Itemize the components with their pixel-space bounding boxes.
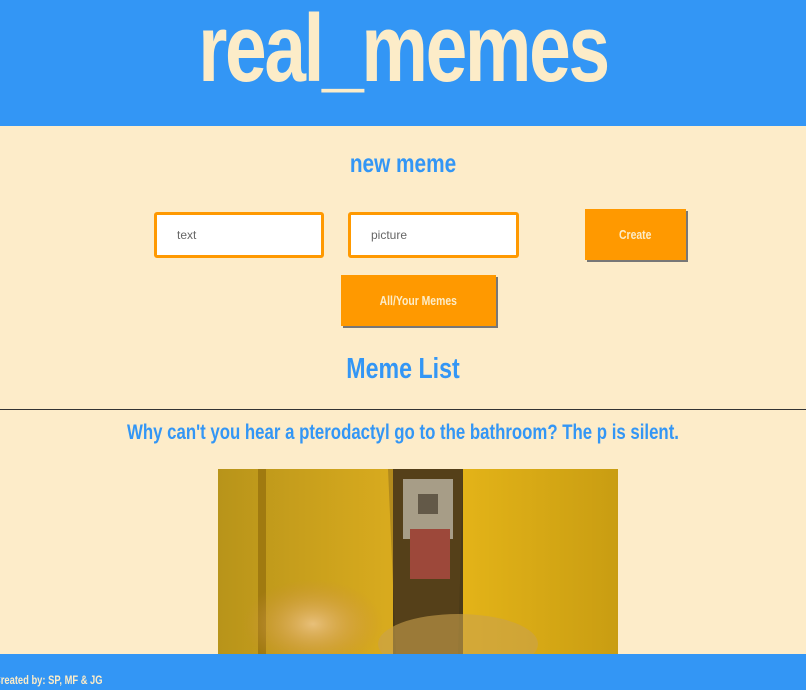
meme-list-heading: Meme List [346, 353, 460, 385]
meme-picture-input[interactable] [348, 212, 519, 258]
all-your-memes-button[interactable]: All/Your Memes [341, 275, 496, 326]
meme-caption: Why can't you hear a pterodactyl go to t… [127, 421, 679, 444]
new-meme-heading: new meme [349, 148, 457, 178]
site-header: real_memes [0, 0, 806, 126]
site-title: real_memes [198, 0, 610, 102]
all-your-memes-label: All/Your Memes [379, 293, 458, 308]
site-footer: Created by: SP, MF & JG [0, 654, 806, 690]
create-button[interactable]: Create [585, 209, 686, 260]
meme-text-input[interactable] [154, 212, 324, 258]
divider [0, 409, 806, 410]
footer-credit: Created by: SP, MF & JG [0, 673, 103, 687]
meme-image [218, 469, 618, 654]
create-button-label: Create [619, 227, 652, 242]
